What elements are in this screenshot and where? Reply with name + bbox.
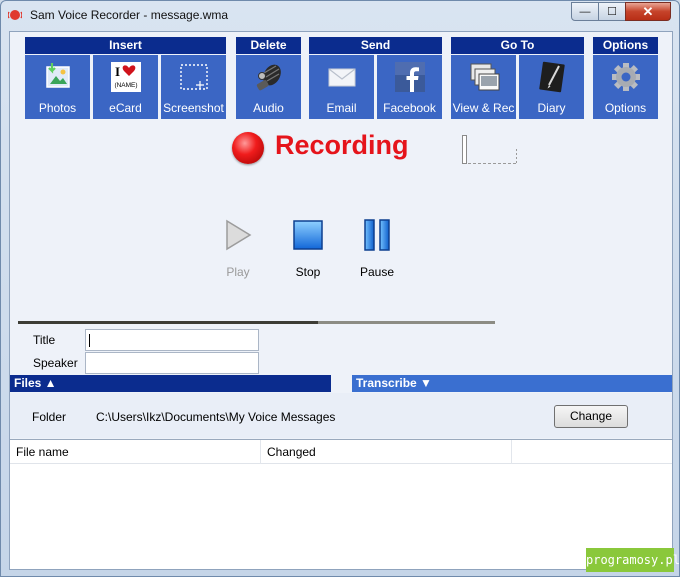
toolbar-group-delete: Delete Audio [236, 37, 301, 119]
stop-label: Stop [295, 265, 321, 279]
photos-label: Photos [38, 101, 77, 115]
toolbar-group-send: Send Email Facebook [309, 37, 442, 119]
toolbar-group-insert: Insert Photos I (NAME) eCard Screenshot [25, 37, 226, 119]
group-header-send: Send [309, 37, 442, 54]
facebook-label: Facebook [383, 101, 436, 115]
client-area: Insert Photos I (NAME) eCard Screenshot … [9, 31, 673, 570]
diary-icon [538, 61, 565, 93]
view-rec-label: View & Rec [452, 101, 515, 115]
app-icon [8, 10, 22, 20]
stop-icon [293, 220, 323, 250]
group-header-insert: Insert [25, 37, 226, 54]
view-rec-icon [470, 63, 499, 91]
title-label: Title [33, 333, 56, 347]
view-rec-button[interactable]: View & Rec [451, 55, 516, 119]
ecard-label: eCard [109, 101, 142, 115]
watermark-badge: programosy.pl [586, 548, 680, 572]
file-list-header: File name Changed [10, 440, 672, 464]
svg-text:I: I [115, 64, 120, 79]
delete-audio-icon [256, 64, 281, 91]
pause-button[interactable]: Pause [349, 218, 405, 279]
close-button[interactable]: ✕ [625, 2, 671, 21]
play-label: Play [226, 265, 250, 279]
folder-label: Folder [32, 410, 67, 424]
email-label: Email [326, 101, 357, 115]
ecard-icon-text: (NAME) [114, 82, 137, 89]
files-header: Files ▲ [14, 376, 57, 390]
maximize-icon: ☐ [607, 6, 617, 18]
facebook-icon [394, 62, 425, 92]
close-icon: ✕ [642, 3, 654, 19]
change-button-label: Change [569, 409, 613, 423]
files-section-toggle[interactable]: Files ▲ [10, 375, 331, 392]
group-header-options: Options [593, 37, 658, 54]
pause-label: Pause [359, 265, 395, 279]
toolbar-group-goto: Go To View & Rec Diary [451, 37, 584, 119]
speaker-label: Speaker [33, 356, 78, 370]
group-header-delete: Delete [236, 37, 301, 54]
recording-status: Recording [232, 130, 432, 170]
column-header-changed[interactable]: Changed [261, 440, 512, 464]
app-window: Sam Voice Recorder - message.wma — ☐ ✕ I… [0, 0, 680, 577]
text-caret [89, 334, 90, 347]
group-header-goto: Go To [451, 37, 584, 54]
recording-indicator-icon [232, 132, 264, 164]
change-folder-button[interactable]: Change [554, 405, 628, 428]
folder-path: C:\Users\Ikz\Documents\My Voice Messages [96, 410, 336, 424]
facebook-button[interactable]: Facebook [377, 55, 442, 119]
options-button[interactable]: Options [593, 55, 658, 119]
column-header-empty[interactable] [512, 440, 672, 464]
ecard-button[interactable]: I (NAME) eCard [93, 55, 158, 119]
transcribe-header: Transcribe ▼ [356, 376, 432, 390]
title-bar[interactable]: Sam Voice Recorder - message.wma — ☐ ✕ [1, 1, 679, 29]
stop-button[interactable]: Stop [280, 218, 336, 279]
email-icon [328, 68, 355, 87]
diary-button[interactable]: Diary [519, 55, 584, 119]
window-title: Sam Voice Recorder - message.wma [30, 8, 229, 22]
ecard-icon: I (NAME) [110, 62, 141, 92]
delete-audio-button[interactable]: Audio [236, 55, 301, 119]
screenshot-label: Screenshot [163, 101, 224, 115]
play-button[interactable]: Play [210, 218, 266, 279]
photos-button[interactable]: Photos [25, 55, 90, 119]
play-icon [226, 219, 252, 251]
title-input[interactable] [85, 329, 259, 351]
maximize-button[interactable]: ☐ [598, 2, 626, 21]
photos-icon [45, 63, 70, 88]
email-button[interactable]: Email [309, 55, 374, 119]
speaker-input[interactable] [85, 352, 259, 374]
gear-icon [611, 63, 640, 91]
options-label: Options [604, 101, 647, 115]
minimize-icon: — [579, 5, 591, 18]
pause-icon [364, 219, 390, 251]
screenshot-icon [179, 64, 208, 90]
column-header-file-name[interactable]: File name [10, 440, 261, 464]
recording-status-text: Recording [275, 130, 409, 160]
volume-level-meter [462, 135, 517, 164]
screenshot-button[interactable]: Screenshot [161, 55, 226, 119]
file-list[interactable]: File name Changed [10, 439, 672, 569]
toolbar-group-options: Options Options [593, 37, 658, 119]
separator-highlight [18, 321, 318, 324]
audio-label: Audio [253, 101, 284, 115]
transcribe-section-toggle[interactable]: Transcribe ▼ [352, 375, 672, 392]
diary-label: Diary [537, 101, 566, 115]
minimize-button[interactable]: — [571, 2, 599, 21]
